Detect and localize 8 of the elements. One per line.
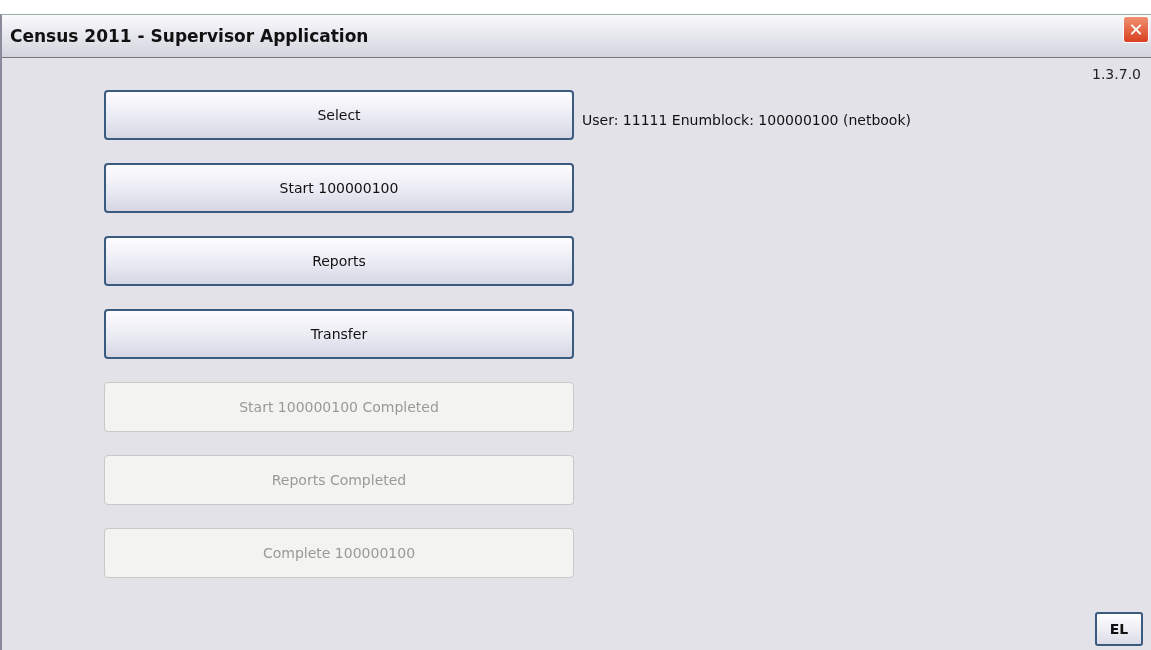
version-label: 1.3.7.0 [1092,66,1141,82]
user-info-text: User: 11111 Enumblock: 100000100 (netbook) [582,112,911,130]
language-button[interactable]: EL [1095,612,1143,646]
action-button[interactable]: Transfer [104,309,574,359]
action-button[interactable]: Select [104,90,574,140]
action-button[interactable]: Reports [104,236,574,286]
action-button[interactable]: Start 100000100 [104,163,574,213]
window-title: Census 2011 - Supervisor Application [10,26,369,46]
